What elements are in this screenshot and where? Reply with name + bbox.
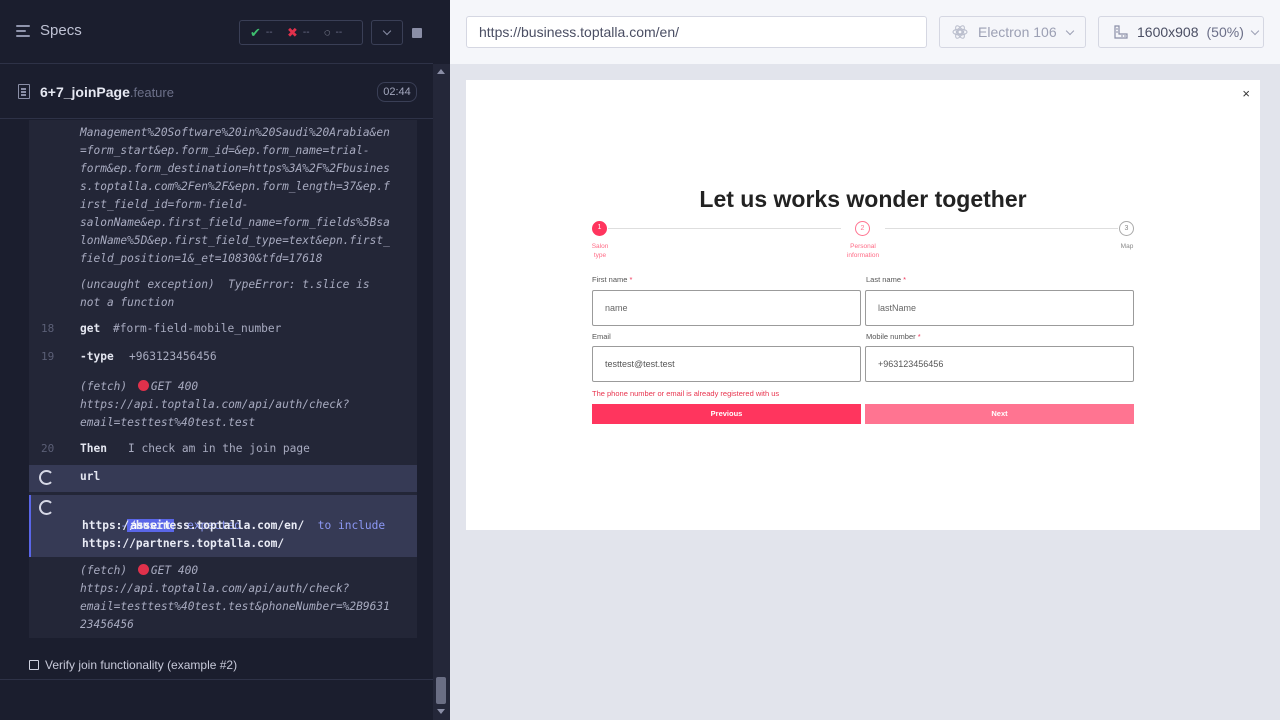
- chevron-down-icon: [1250, 26, 1260, 35]
- error-dot-icon: [137, 564, 149, 575]
- spinner-icon: [39, 500, 54, 515]
- log-url-text: Management%20Software%20in%20Saudi%20Ara…: [80, 126, 390, 265]
- command-arg: I check am in the join page: [128, 442, 310, 455]
- aut-header: https://business.toptalla.com/en/ Electr…: [450, 0, 1280, 64]
- chevron-down-icon: [382, 26, 392, 36]
- command-arg: +963123456456: [129, 350, 217, 363]
- command-name[interactable]: Then: [80, 442, 107, 455]
- first-name-label: First name *: [592, 275, 633, 284]
- step-2: 2: [855, 221, 870, 236]
- scrollbar[interactable]: [433, 64, 450, 720]
- pending-stat: ◌ --: [324, 26, 343, 39]
- spec-file-name[interactable]: 6+7_joinPage.feature: [40, 84, 174, 100]
- assert-target: https://partners.toptalla.com/: [82, 537, 285, 550]
- line-number: 20: [41, 442, 55, 455]
- command-name: url: [80, 470, 101, 483]
- line-number: 19: [41, 350, 55, 363]
- url-bar[interactable]: https://business.toptalla.com/en/: [466, 16, 927, 48]
- step-1: 1: [592, 221, 607, 236]
- document-icon: [18, 84, 30, 99]
- browser-selector[interactable]: Electron 106: [939, 16, 1086, 48]
- passed-stat: ✔ --: [250, 24, 273, 40]
- test-title[interactable]: Verify join functionality (example #2): [45, 658, 237, 672]
- scroll-up-icon[interactable]: [437, 69, 445, 74]
- error-message: The phone number or email is already reg…: [592, 389, 780, 398]
- reporter-panel: Specs ✔ -- ✖ -- ◌ -- 6+7_joinPage.feature 0…: [0, 0, 450, 720]
- first-name-input[interactable]: name: [592, 290, 861, 326]
- previous-button[interactable]: Previous: [592, 404, 861, 424]
- log-exception: (uncaught exception) TypeError: t.slice …: [80, 278, 370, 309]
- fetch-url-1: https://api.toptalla.com/api/auth/check?…: [80, 398, 350, 429]
- x-icon: ✖: [287, 24, 298, 40]
- page-title: Let us works wonder together: [699, 186, 1027, 212]
- mobile-label: Mobile number *: [866, 332, 921, 341]
- step-connector: [885, 228, 1118, 229]
- stop-button[interactable]: [401, 20, 433, 45]
- check-icon: ✔: [250, 24, 261, 40]
- electron-icon: [952, 25, 968, 39]
- next-button[interactable]: Next: [865, 404, 1134, 424]
- fetch-log-1[interactable]: (fetch) GET 400: [80, 378, 198, 396]
- chevron-down-icon: [1065, 26, 1074, 35]
- divider: [0, 679, 433, 680]
- step-label: Personal information: [846, 243, 880, 259]
- fetch-url-2: https://api.toptalla.com/api/auth/check?…: [80, 582, 390, 631]
- ruler-icon: [1114, 25, 1128, 39]
- stop-icon: [412, 27, 422, 38]
- last-name-input[interactable]: lastName: [865, 290, 1134, 326]
- failed-stat: ✖ --: [287, 24, 310, 40]
- fetch-log-2[interactable]: (fetch) GET 400: [80, 562, 198, 580]
- last-name-label: Last name *: [866, 275, 907, 284]
- spinner-icon: [39, 470, 54, 485]
- menu-icon: [16, 24, 32, 38]
- mobile-input[interactable]: +963123456456: [865, 346, 1134, 382]
- stats-group: ✔ -- ✖ -- ◌ --: [239, 20, 363, 45]
- reporter-header: Specs ✔ -- ✖ -- ◌ --: [0, 0, 433, 64]
- test-status-checkbox: [29, 660, 39, 670]
- app-under-test: × Let us works wonder together 1 Salon t…: [466, 80, 1260, 530]
- spinner-icon: ◌: [324, 26, 331, 39]
- step-connector: [608, 228, 841, 229]
- scroll-down-icon[interactable]: [437, 709, 445, 714]
- aut-panel: https://business.toptalla.com/en/ Electr…: [450, 0, 1280, 720]
- error-dot-icon: [137, 380, 149, 391]
- close-icon[interactable]: ×: [1242, 86, 1250, 101]
- step-label: Map: [1120, 243, 1134, 250]
- specs-toggle-button[interactable]: Specs: [16, 22, 82, 39]
- step-3: 3: [1119, 221, 1134, 236]
- line-number: 18: [41, 322, 55, 335]
- command-name[interactable]: get: [80, 322, 100, 335]
- scrollbar-thumb[interactable]: [436, 677, 446, 704]
- assert-actual: https://business.toptalla.com/en/ to inc…: [82, 519, 386, 532]
- step-label: Salon type: [591, 243, 609, 259]
- spec-duration: 02:44: [377, 82, 417, 102]
- viewport-selector[interactable]: 1600x908 (50%): [1098, 16, 1264, 48]
- stepper: 1 Salon type 2 Personal information 3 Ma…: [592, 220, 1134, 260]
- dropdown-button[interactable]: [371, 20, 403, 45]
- email-input[interactable]: testtest@test.test: [592, 346, 861, 382]
- command-log: Management%20Software%20in%20Saudi%20Ara…: [29, 120, 417, 638]
- command-arg: #form-field-mobile_number: [113, 322, 282, 335]
- email-label: Email: [592, 332, 611, 341]
- specs-label: Specs: [40, 22, 82, 39]
- command-name[interactable]: -type: [80, 350, 114, 363]
